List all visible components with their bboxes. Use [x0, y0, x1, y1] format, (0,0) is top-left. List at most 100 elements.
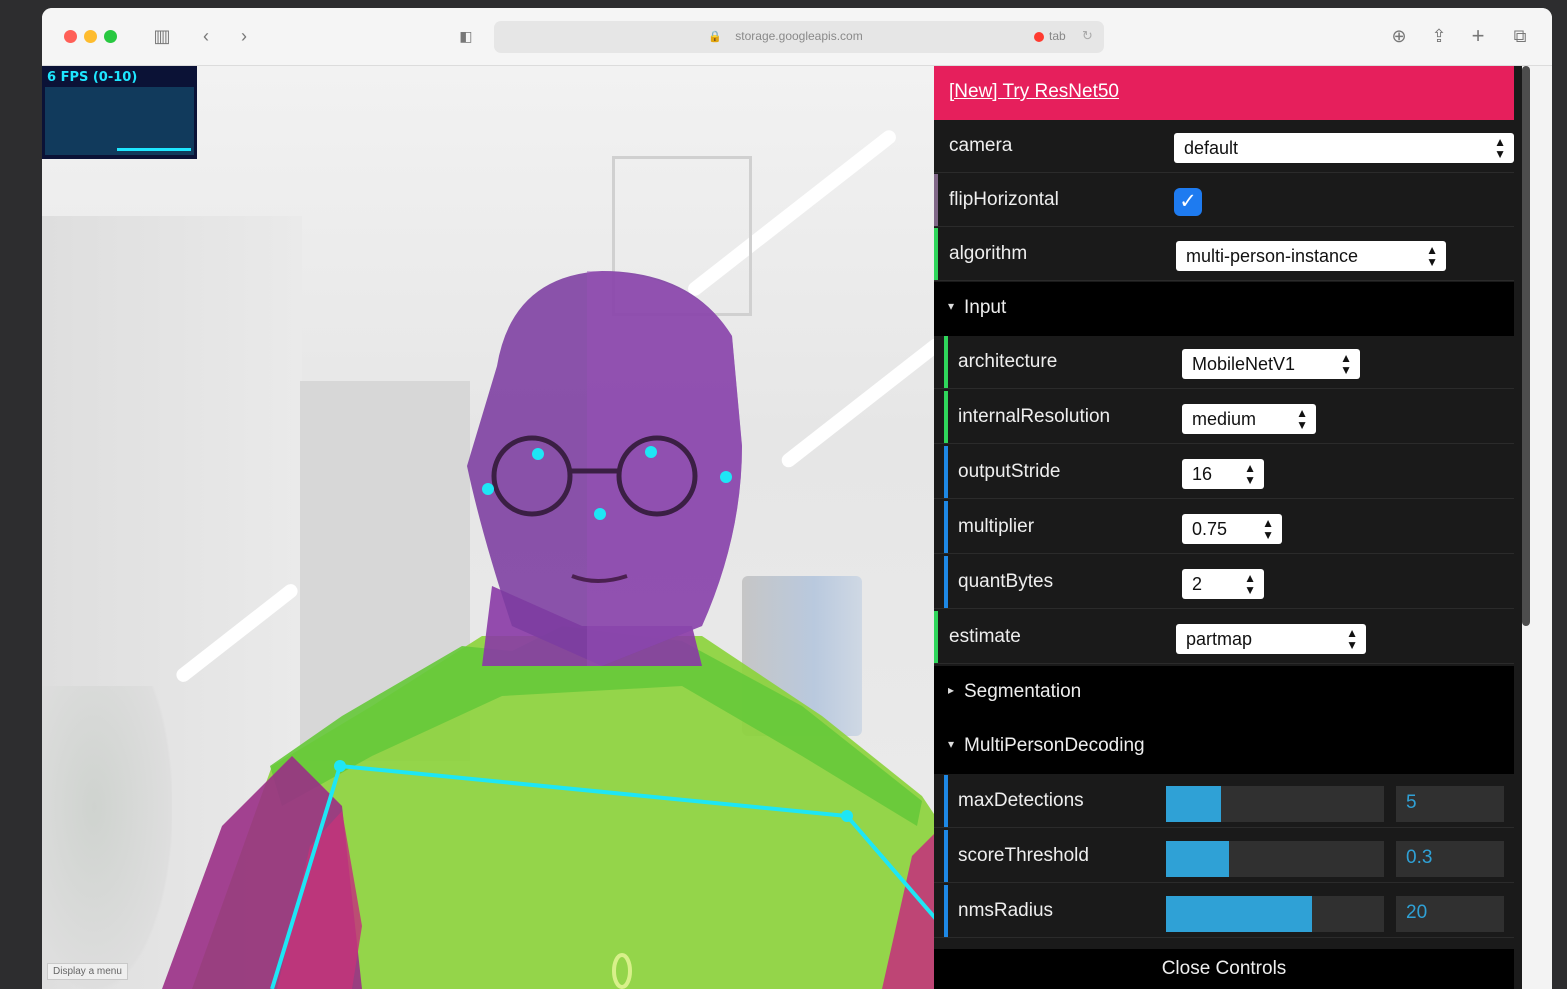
score-threshold-row: scoreThreshold 0.3 — [934, 830, 1514, 883]
resnet-link-row: [New] Try ResNet50 — [934, 66, 1514, 120]
camera-label: camera — [949, 135, 1013, 156]
address-text: storage.googleapis.com — [735, 29, 863, 43]
keypoint — [594, 508, 606, 520]
max-detections-input[interactable]: 5 — [1396, 786, 1504, 822]
max-detections-slider[interactable] — [1166, 786, 1384, 822]
back-icon[interactable]: ‹ — [192, 22, 220, 50]
slider-fill — [1166, 896, 1313, 932]
select-caret-icon: ▲ ▼ — [1244, 571, 1256, 597]
segmentation-folder[interactable]: ▸ Segmentation — [934, 666, 1514, 720]
select-caret-icon: ▲ ▼ — [1296, 406, 1308, 432]
estimate-value: partmap — [1186, 629, 1253, 649]
share-icon[interactable]: ⇪ — [1425, 22, 1453, 50]
browser-window: ▥ ‹ › ◧ 🔒 storage.googleapis.com tab ↻ ⊕… — [42, 8, 1552, 989]
stride-select[interactable]: 16 ▲ ▼ — [1182, 459, 1264, 489]
close-window-button[interactable] — [64, 30, 77, 43]
flip-checkbox[interactable]: ✓ — [1174, 188, 1202, 216]
keypoint — [720, 471, 732, 483]
architecture-row: architecture MobileNetV1 ▲ ▼ — [934, 336, 1514, 389]
zoom-window-button[interactable] — [104, 30, 117, 43]
folder-open-icon: ▾ — [948, 299, 955, 313]
select-caret-icon: ▲ ▼ — [1494, 135, 1506, 161]
recording-icon — [1034, 32, 1044, 42]
panel-scrollbar[interactable] — [1522, 66, 1530, 626]
multi-person-folder-label: MultiPersonDecoding — [964, 735, 1145, 756]
estimate-select[interactable]: partmap ▲ ▼ — [1176, 624, 1366, 654]
try-resnet-link[interactable]: [New] Try ResNet50 — [949, 81, 1119, 103]
select-caret-icon: ▲ ▼ — [1262, 516, 1274, 542]
new-tab-icon[interactable]: + — [1464, 22, 1492, 50]
select-caret-icon: ▲ ▼ — [1244, 461, 1256, 487]
nms-radius-input[interactable]: 20 — [1396, 896, 1504, 932]
row-accent — [944, 775, 948, 827]
keypoint — [841, 810, 853, 822]
multiplier-value: 0.75 — [1192, 519, 1228, 539]
browser-toolbar: ▥ ‹ › ◧ 🔒 storage.googleapis.com tab ↻ ⊕… — [42, 8, 1552, 66]
recording-label: tab — [1049, 29, 1066, 43]
quantbytes-select[interactable]: 2 ▲ ▼ — [1182, 569, 1264, 599]
row-accent — [944, 501, 948, 553]
score-threshold-slider[interactable] — [1166, 841, 1384, 877]
row-accent — [944, 391, 948, 443]
stride-row: outputStride 16 ▲ ▼ — [934, 446, 1514, 499]
row-accent — [934, 174, 938, 226]
multi-person-folder[interactable]: ▾ MultiPersonDecoding — [934, 720, 1514, 774]
algorithm-value: multi-person-instance — [1186, 246, 1359, 266]
control-panel: [New] Try ResNet50 camera default ▲ ▼ fli… — [934, 66, 1522, 989]
algorithm-select[interactable]: multi-person-instance ▲ ▼ — [1176, 241, 1446, 271]
nms-radius-row: nmsRadius 20 — [934, 885, 1514, 938]
input-folder[interactable]: ▾ Input — [934, 282, 1514, 336]
nms-radius-label: nmsRadius — [958, 900, 1054, 921]
keypoint — [532, 448, 544, 460]
reload-icon[interactable]: ↻ — [1082, 28, 1093, 44]
architecture-select[interactable]: MobileNetV1 ▲ ▼ — [1182, 349, 1360, 379]
fps-meter: 6 FPS (0-10) — [42, 66, 197, 159]
row-accent — [934, 611, 938, 663]
stride-value: 16 — [1192, 464, 1213, 484]
folder-open-icon: ▾ — [948, 737, 955, 751]
multiplier-select[interactable]: 0.75 ▲ ▼ — [1182, 514, 1282, 544]
keypoint — [334, 760, 346, 772]
score-threshold-input[interactable]: 0.3 — [1396, 841, 1504, 877]
keypoint — [482, 483, 494, 495]
context-menu-hint: Display a menu — [47, 963, 128, 980]
input-folder-label: Input — [964, 297, 1007, 318]
camera-select[interactable]: default ▲ ▼ — [1174, 133, 1514, 163]
address-bar[interactable]: 🔒 storage.googleapis.com tab ↻ — [494, 21, 1104, 53]
quantbytes-value: 2 — [1192, 574, 1203, 594]
tab-overview-icon[interactable]: ⧉ — [1506, 22, 1534, 50]
quantbytes-row: quantBytes 2 ▲ ▼ — [934, 556, 1514, 609]
slider-fill — [1166, 786, 1221, 822]
segmentation-folder-label: Segmentation — [964, 681, 1082, 702]
algorithm-label: algorithm — [949, 243, 1028, 264]
close-controls-button[interactable]: Close Controls — [934, 949, 1514, 989]
keypoint — [645, 446, 657, 458]
row-accent — [944, 446, 948, 498]
sidebar-icon[interactable]: ▥ — [148, 22, 176, 50]
resolution-value: medium — [1192, 409, 1257, 429]
architecture-value: MobileNetV1 — [1192, 354, 1296, 374]
score-threshold-label: scoreThreshold — [958, 845, 1089, 866]
resolution-select[interactable]: medium ▲ ▼ — [1182, 404, 1316, 434]
page-content: 6 FPS (0-10) Display a menu [New] Try Re… — [42, 66, 1552, 989]
select-caret-icon: ▲ ▼ — [1340, 351, 1352, 377]
fps-graph-line — [117, 148, 191, 151]
camera-value: default — [1184, 138, 1239, 158]
download-icon[interactable]: ⊕ — [1385, 22, 1413, 50]
estimate-label: estimate — [949, 626, 1021, 647]
reader-icon[interactable]: ◧ — [452, 22, 480, 50]
minimize-window-button[interactable] — [84, 30, 97, 43]
estimate-row: estimate partmap ▲ ▼ — [934, 611, 1514, 664]
resolution-label: internalResolution — [958, 406, 1111, 427]
nms-radius-slider[interactable] — [1166, 896, 1384, 932]
max-detections-row: maxDetections 5 — [934, 775, 1514, 828]
slider-fill — [1166, 841, 1230, 877]
row-accent — [944, 556, 948, 608]
flip-row: flipHorizontal ✓ — [934, 174, 1514, 227]
fps-graph — [45, 87, 194, 155]
select-caret-icon: ▲ ▼ — [1426, 243, 1438, 269]
segmentation-overlay — [162, 271, 942, 989]
forward-icon[interactable]: › — [230, 22, 258, 50]
camera-view — [42, 66, 946, 989]
folder-closed-icon: ▸ — [948, 683, 955, 697]
